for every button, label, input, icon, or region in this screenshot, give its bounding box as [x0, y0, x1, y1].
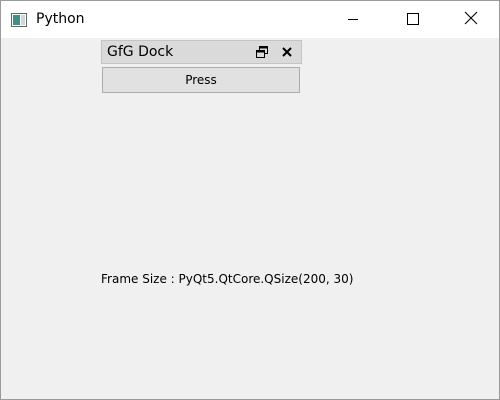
- dock-widget: GfG Dock Press: [101, 40, 302, 94]
- maximize-icon: [407, 10, 419, 29]
- python-app-icon: [11, 12, 27, 27]
- window-titlebar[interactable]: Python: [1, 1, 499, 38]
- minimize-button[interactable]: [330, 1, 376, 38]
- press-button[interactable]: Press: [102, 67, 300, 93]
- window-title: Python: [36, 11, 85, 27]
- close-icon: [464, 10, 478, 29]
- maximize-button[interactable]: [390, 1, 436, 38]
- dock-title: GfG Dock: [107, 44, 174, 60]
- minimize-icon: [347, 10, 359, 29]
- frame-size-label: Frame Size : PyQt5.QtCore.QSize(200, 30): [101, 272, 354, 286]
- client-area: GfG Dock Press Frame Size: PyQt5.QtCore…: [1, 38, 499, 399]
- dock-titlebar[interactable]: GfG Dock: [101, 40, 302, 64]
- close-button[interactable]: [448, 1, 494, 38]
- dock-close-icon[interactable]: [279, 44, 295, 60]
- main-window: Python GfG Dock Press Frame Size: PyQt5…: [0, 0, 500, 400]
- float-icon[interactable]: [254, 44, 270, 60]
